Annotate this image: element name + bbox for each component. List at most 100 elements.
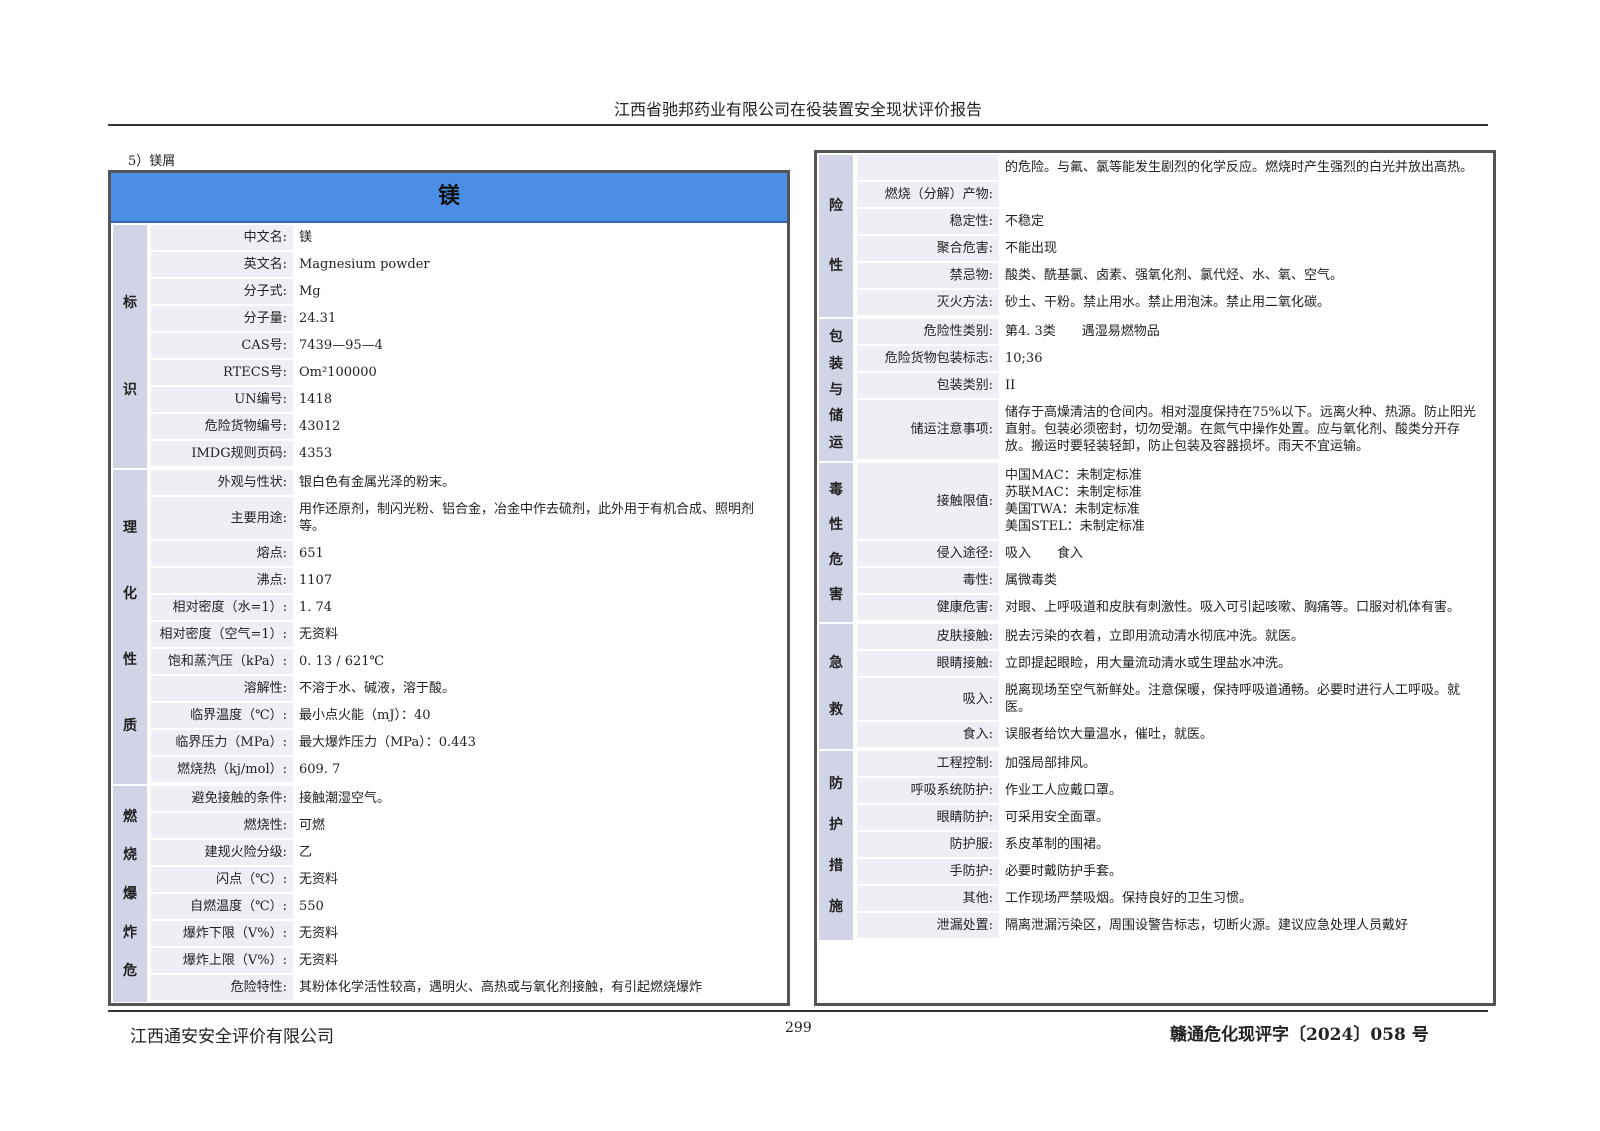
field-label: 燃烧（分解）产物:: [857, 182, 999, 207]
field-value: 误服者给饮大量温水，催吐，就医。: [1005, 727, 1214, 742]
field-value: 酸类、酰基氯、卤素、强氧化剂、氯代烃、水、氧、空气。: [1005, 268, 1344, 283]
field-value: 最小点火能（mJ）：40: [299, 708, 431, 723]
table-row: 分子式: Mg: [151, 279, 785, 304]
section-label: 急救: [819, 624, 853, 749]
footer-divider: [108, 1010, 1488, 1012]
table-row: 相对密度（水=1）: 1. 74: [151, 595, 785, 620]
field-value: 属微毒类: [1005, 573, 1058, 588]
field-label: 聚合危害:: [857, 236, 999, 261]
table-row: 闪点（℃）: 无资料: [151, 867, 785, 892]
table-row: 燃烧性: 可燃: [151, 813, 785, 838]
field-value: 镁: [299, 230, 313, 245]
field-label: 饱和蒸汽压（kPa）:: [151, 649, 293, 674]
document-number: 赣通危化现评字〔2024〕058 号: [1170, 1025, 1429, 1045]
field-label: 避免接触的条件:: [151, 786, 293, 811]
field-label: 燃烧性:: [151, 813, 293, 838]
table-row: UN编号: 1418: [151, 387, 785, 412]
table-row: 稳定性: 不稳定: [857, 209, 1491, 234]
table-row: 皮肤接触: 脱去污染的衣着，立即用流动清水彻底冲洗。就医。: [857, 624, 1491, 649]
table-row: 泄漏处置: 隔离泄漏污染区，周围设警告标志，切断火源。建议应急处理人员戴好: [857, 913, 1491, 938]
table-row: 主要用途: 用作还原剂，制闪光粉、铝合金，冶金中作去硫剂，此外用于有机合成、照明剂…: [151, 497, 785, 539]
table-section: 防护措施工程控制: 加强局部排风。 呼吸系统防护: 作业工人应戴口罩。 眼睛防护: 可采用…: [819, 751, 1491, 940]
field-label: 食入:: [857, 722, 999, 747]
section-label: 标识: [113, 225, 147, 468]
table-section: 急救皮肤接触: 脱去污染的衣着，立即用流动清水彻底冲洗。就医。 眼睛接触: 立即提起眼…: [819, 624, 1491, 749]
table-section: 包装与储运危险性类别: 第4. 3类 遇湿易燃物品 危险货物包装标志: 10;36 包装…: [819, 319, 1491, 461]
field-label: 熔点:: [151, 541, 293, 566]
table-row: 工程控制: 加强局部排风。: [857, 751, 1491, 776]
field-label: 侵入途径:: [857, 541, 999, 566]
field-value: 1418: [299, 392, 333, 407]
table-row: 爆炸上限（V%）: 无资料: [151, 948, 785, 973]
field-label: 闪点（℃）:: [151, 867, 293, 892]
field-value: 4353: [299, 446, 333, 461]
field-label: 呼吸系统防护:: [857, 778, 999, 803]
field-label: 包装类别:: [857, 373, 999, 398]
field-value: 中国MAC：未制定标准 苏联MAC：未制定标准 美国TWA：未制定标准 美国ST…: [1005, 468, 1145, 534]
field-value: 不稳定: [1005, 214, 1045, 229]
field-value: 不能出现: [1005, 241, 1058, 256]
table-row: 防护服: 系皮革制的围裙。: [857, 832, 1491, 857]
field-label: 分子量:: [151, 306, 293, 331]
table-row: 危险货物包装标志: 10;36: [857, 346, 1491, 371]
table-row: 危险特性: 其粉体化学活性较高，遇明火、高热或与氧化剂接触，有引起燃烧爆炸: [151, 975, 785, 1000]
field-label: 工程控制:: [857, 751, 999, 776]
table-row: 外观与性状: 银白色有金属光泽的粉末。: [151, 470, 785, 495]
field-value: 可采用安全面罩。: [1005, 810, 1110, 825]
msds-table-left: 镁 标识中文名: 镁英文名: Magnesium powder 分子式: Mg 分子量: 2…: [108, 170, 790, 1006]
field-label: 相对密度（空气=1）:: [151, 622, 293, 647]
field-value: 43012: [299, 419, 341, 434]
page-number: 299: [785, 1020, 812, 1036]
field-label: 自燃温度（℃）:: [151, 894, 293, 919]
field-value: 第4. 3类 遇湿易燃物品: [1005, 324, 1160, 339]
field-label: IMDG规则页码:: [151, 441, 293, 466]
table-row: 中文名: 镁: [151, 225, 785, 250]
field-value: 7439—95—4: [299, 338, 383, 353]
table-row: 建规火险分级: 乙: [151, 840, 785, 865]
field-label: 爆炸下限（V%）:: [151, 921, 293, 946]
field-label: CAS号:: [151, 333, 293, 358]
field-value: 其粉体化学活性较高，遇明火、高热或与氧化剂接触，有引起燃烧爆炸: [299, 980, 703, 995]
field-label: 溶解性:: [151, 676, 293, 701]
field-value: 的危险。与氟、氯等能发生剧烈的化学反应。燃烧时产生强烈的白光并放出高热。: [1005, 160, 1474, 175]
field-label: 主要用途:: [151, 497, 293, 539]
field-value: 24.31: [299, 311, 337, 326]
table-row: 侵入途径: 吸入 食入: [857, 541, 1491, 566]
table-section: 理化性质外观与性状: 银白色有金属光泽的粉末。 主要用途: 用作还原剂，制闪光粉、铝合…: [113, 470, 785, 784]
field-label: 相对密度（水=1）:: [151, 595, 293, 620]
table-row: 熔点: 651: [151, 541, 785, 566]
table-row: 健康危害: 对眼、上呼吸道和皮肤有刺激性。吸入可引起咳嗽、胸痛等。口服对机体有害。: [857, 595, 1491, 620]
field-value: 砂土、干粉。禁止用水。禁止用泡沫。禁止用二氧化碳。: [1005, 295, 1331, 310]
table-row: 灭火方法: 砂土、干粉。禁止用水。禁止用泡沫。禁止用二氧化碳。: [857, 290, 1491, 315]
field-value: 乙: [299, 845, 313, 860]
table-row: 聚合危害: 不能出现: [857, 236, 1491, 261]
field-label: 吸入:: [857, 678, 999, 720]
table-row: IMDG规则页码: 4353: [151, 441, 785, 466]
table-row: 食入: 误服者给饮大量温水，催吐，就医。: [857, 722, 1491, 747]
table-row: 毒性: 属微毒类: [857, 568, 1491, 593]
field-value: Mg: [299, 284, 321, 299]
table-row: 临界温度（℃）: 最小点火能（mJ）：40: [151, 703, 785, 728]
field-label: 危险性类别:: [857, 319, 999, 344]
field-label: 其他:: [857, 886, 999, 911]
field-value: 脱去污染的衣着，立即用流动清水彻底冲洗。就医。: [1005, 629, 1305, 644]
field-label: 稳定性:: [857, 209, 999, 234]
field-label: [857, 155, 999, 180]
field-label: 危险货物编号:: [151, 414, 293, 439]
field-value: 加强局部排风。: [1005, 756, 1097, 771]
field-label: 中文名:: [151, 225, 293, 250]
table-row: CAS号: 7439—95—4: [151, 333, 785, 358]
field-label: 危险特性:: [151, 975, 293, 1000]
field-value: 接触潮湿空气。: [299, 791, 391, 806]
table-row: 饱和蒸汽压（kPa）: 0. 13 / 621℃: [151, 649, 785, 674]
field-label: 接触限值:: [857, 463, 999, 539]
table-row: 包装类别: II: [857, 373, 1491, 398]
field-value: 最大爆炸压力（MPa）：0.443: [299, 735, 476, 750]
section-label: 险性: [819, 155, 853, 317]
table-row: 分子量: 24.31: [151, 306, 785, 331]
field-value: 无资料: [299, 926, 339, 941]
table-row: 眼睛防护: 可采用安全面罩。: [857, 805, 1491, 830]
table-row: 临界压力（MPa）: 最大爆炸压力（MPa）：0.443: [151, 730, 785, 755]
field-label: 眼睛接触:: [857, 651, 999, 676]
field-label: 燃烧热（kj/mol）:: [151, 757, 293, 782]
